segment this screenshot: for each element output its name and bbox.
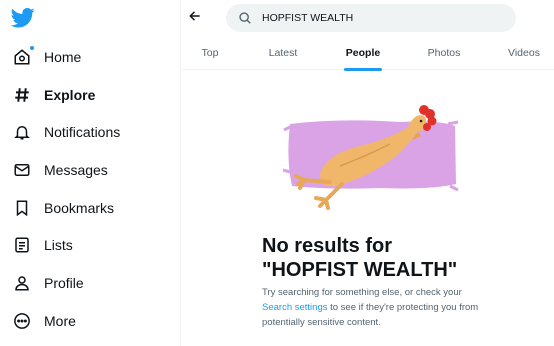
no-results-title: No results for "HOPFIST WEALTH": [262, 234, 522, 282]
search-input[interactable]: [262, 12, 492, 24]
list-icon: [11, 234, 33, 256]
tab-label: Videos: [508, 47, 540, 59]
notification-dot: [29, 45, 35, 51]
description-text: Try searching for something else, or che…: [262, 287, 462, 298]
no-results-description: Try searching for something else, or che…: [262, 285, 492, 330]
nav-label-messages: Messages: [44, 162, 108, 178]
tab-label: Photos: [427, 47, 461, 59]
nav-label-profile: Profile: [44, 275, 84, 291]
search-box[interactable]: [226, 4, 516, 32]
nav-label-more: More: [44, 313, 76, 329]
nav-item-notifications[interactable]: Notifications: [11, 117, 120, 147]
nav-item-lists[interactable]: Lists: [11, 230, 73, 260]
nav-label-notifications: Notifications: [44, 124, 121, 140]
search-tabs: Top Latest People Photos Videos: [182, 36, 554, 71]
tab-label: Top: [201, 47, 219, 59]
nav-item-explore[interactable]: Explore: [11, 80, 95, 110]
tab-label: Latest: [268, 47, 298, 59]
title-line-1: No results for: [262, 235, 393, 257]
sidebar: Home Explore Notifications Messages Book…: [0, 0, 180, 346]
tab-label: People: [345, 47, 381, 59]
nav-label-bookmarks: Bookmarks: [44, 200, 115, 216]
nav-item-messages[interactable]: Messages: [11, 155, 108, 185]
rubber-chicken-illustration: [280, 100, 460, 210]
search-icon: [238, 11, 252, 25]
nav-label-home: Home: [44, 49, 82, 65]
person-icon: [11, 272, 33, 294]
tab-latest[interactable]: Latest: [252, 36, 314, 70]
tab-photos[interactable]: Photos: [412, 36, 476, 70]
tab-videos[interactable]: Videos: [494, 36, 554, 70]
nav-item-bookmarks[interactable]: Bookmarks: [11, 193, 114, 223]
hashtag-icon: [11, 84, 33, 106]
nav-label-explore: Explore: [44, 87, 96, 103]
nav-item-home[interactable]: Home: [11, 42, 81, 72]
nav-label-lists: Lists: [44, 237, 73, 253]
bookmark-icon: [11, 197, 33, 219]
back-button[interactable]: [184, 7, 206, 29]
search-settings-link[interactable]: Search settings: [262, 302, 327, 313]
home-icon: [11, 45, 35, 68]
nav-item-profile[interactable]: Profile: [11, 268, 84, 298]
more-circle-icon: [11, 310, 33, 332]
bell-icon: [11, 121, 33, 143]
twitter-logo-icon[interactable]: [10, 7, 35, 29]
tab-people[interactable]: People: [332, 36, 394, 71]
sidebar-divider: [180, 0, 181, 346]
arrow-left-icon: [188, 9, 202, 28]
active-tab-indicator: [344, 68, 382, 71]
nav-item-more[interactable]: More: [11, 306, 76, 336]
title-line-2: "HOPFIST WEALTH": [262, 259, 458, 281]
tab-top[interactable]: Top: [182, 36, 238, 70]
envelope-icon: [11, 159, 33, 181]
